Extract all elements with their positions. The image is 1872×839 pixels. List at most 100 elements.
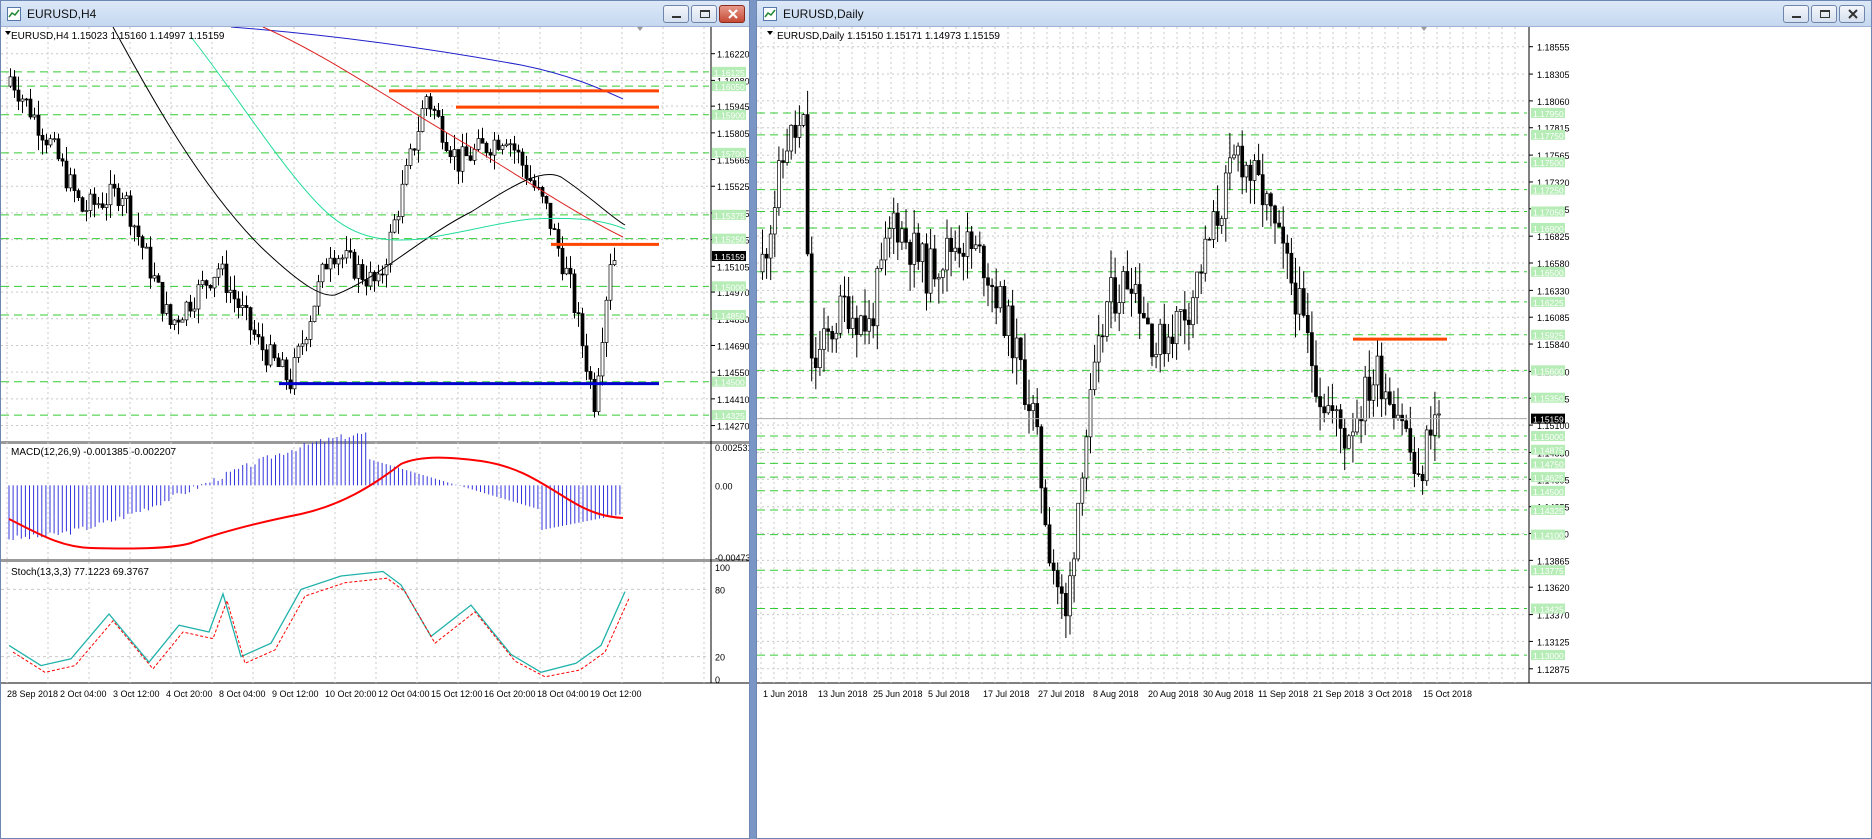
candle-body <box>1002 286 1007 337</box>
title-bar[interactable]: EURUSD,H4 <box>1 1 749 27</box>
price-tick-label: 1.13125 <box>1537 637 1570 647</box>
candle-body <box>871 318 876 327</box>
candle-body <box>192 308 197 312</box>
close-button[interactable] <box>1839 5 1865 23</box>
level-tag-label: 1.13425 <box>1533 605 1564 615</box>
candle-body <box>1084 436 1089 479</box>
window-title: EURUSD,Daily <box>783 7 864 21</box>
candle-body <box>452 149 457 158</box>
candle-body <box>596 375 601 413</box>
candle-body <box>428 96 433 110</box>
time-tick-label: 10 Oct 20:00 <box>325 689 377 699</box>
candle-body <box>1211 211 1216 240</box>
candle-body <box>208 284 213 289</box>
level-tag-label: 1.15925 <box>1533 331 1564 341</box>
title-bar[interactable]: EURUSD,Daily <box>757 1 1871 27</box>
candle-body <box>1252 160 1257 181</box>
minimize-button[interactable] <box>663 5 689 23</box>
stoch-tick-label: 20 <box>715 653 725 663</box>
candle-body <box>156 275 161 283</box>
level-tag-label: 1.14100 <box>1533 531 1564 541</box>
maximize-button[interactable] <box>1811 5 1837 23</box>
chart-window-daily[interactable]: EURUSD,Daily 1.18555 1.18305 1.18060 1.1781… <box>756 0 1872 839</box>
level-tag-label: 1.17750 <box>1533 131 1564 141</box>
candle-body <box>1387 391 1392 405</box>
time-tick-label: 3 Oct 2018 <box>1368 689 1412 699</box>
time-tick-label: 2 Oct 04:00 <box>60 689 107 699</box>
candle-body <box>1064 593 1068 617</box>
candle-body <box>1264 193 1269 206</box>
time-tick-label: 19 Oct 12:00 <box>590 689 642 699</box>
candle-body <box>436 110 441 117</box>
candle-body <box>1404 420 1409 429</box>
candle-body <box>793 124 798 138</box>
chart-canvas-daily[interactable]: 1.185551.183051.180601.178151.175651.173… <box>757 27 1871 839</box>
candle-body <box>879 259 884 269</box>
minimize-button[interactable] <box>1783 5 1809 23</box>
candle-body <box>264 349 269 366</box>
candle-body <box>12 76 17 91</box>
candle-body <box>928 248 933 294</box>
candle-body <box>448 150 453 158</box>
candle-body <box>32 114 37 118</box>
candle-body <box>84 210 89 212</box>
candle-body <box>412 148 417 151</box>
candle-body <box>916 232 921 262</box>
candle-body <box>1047 524 1052 564</box>
candle-body <box>360 264 365 280</box>
maximize-button[interactable] <box>691 5 717 23</box>
current-price-label: 1.15159 <box>714 252 745 262</box>
macd-tick-label: 0.002531 <box>715 443 749 453</box>
price-tick-label: 1.12875 <box>1537 665 1570 675</box>
candle-body <box>1256 160 1261 175</box>
time-tick-label: 17 Jul 2018 <box>983 689 1030 699</box>
candle-body <box>280 359 285 368</box>
candle-body <box>352 251 357 279</box>
candle-body <box>1273 205 1277 224</box>
candle-body <box>124 195 129 199</box>
candle-body <box>284 359 289 381</box>
candle-body <box>196 284 201 310</box>
level-tag-label: 1.13775 <box>1533 566 1564 576</box>
candle-body <box>842 295 847 298</box>
level-tag-label: 1.15375 <box>714 211 745 221</box>
candle-body <box>456 149 461 172</box>
candle-body <box>160 281 165 314</box>
stoch-tick-label: 100 <box>715 563 730 573</box>
candle-body <box>1428 429 1433 436</box>
candle-body <box>132 225 137 228</box>
candle-body <box>1379 355 1384 400</box>
candle-body <box>863 315 867 332</box>
candle-body <box>1031 403 1035 412</box>
candle-body <box>56 138 61 160</box>
close-button[interactable] <box>719 5 745 23</box>
candle-body <box>104 204 109 208</box>
symbol-header: EURUSD,H4 1.15023 1.15160 1.14997 1.1515… <box>11 31 225 42</box>
candle-body <box>1174 311 1179 344</box>
candle-body <box>92 193 97 205</box>
candle-body <box>256 334 261 338</box>
candle-body <box>220 263 225 270</box>
candle-body <box>1392 404 1396 419</box>
chart-background <box>1 27 749 838</box>
chart-window-h4[interactable]: EURUSD,H4 1.162201.160801.159451.158051.… <box>0 0 750 839</box>
chart-canvas-h4[interactable]: 1.162201.160801.159451.158051.156651.155… <box>1 27 749 839</box>
time-tick-label: 1 Jun 2018 <box>763 689 808 699</box>
candle-body <box>1330 405 1335 412</box>
candle-body <box>44 139 49 146</box>
candle-body <box>1396 414 1400 419</box>
candle-body <box>973 244 978 249</box>
stoch-tick-label: 0 <box>715 675 720 685</box>
window-title: EURUSD,H4 <box>27 7 97 21</box>
time-tick-label: 11 Sep 2018 <box>1258 689 1308 699</box>
time-tick-label: 16 Oct 20:00 <box>484 689 536 699</box>
candle-body <box>20 98 25 102</box>
candle-body <box>328 257 333 270</box>
candle-body <box>1154 354 1158 358</box>
candle-body <box>36 114 41 136</box>
candle-body <box>608 264 613 301</box>
candle-body <box>260 336 265 351</box>
time-tick-label: 15 Oct 12:00 <box>431 689 483 699</box>
candle-body <box>112 183 117 189</box>
candle-body <box>308 321 313 340</box>
